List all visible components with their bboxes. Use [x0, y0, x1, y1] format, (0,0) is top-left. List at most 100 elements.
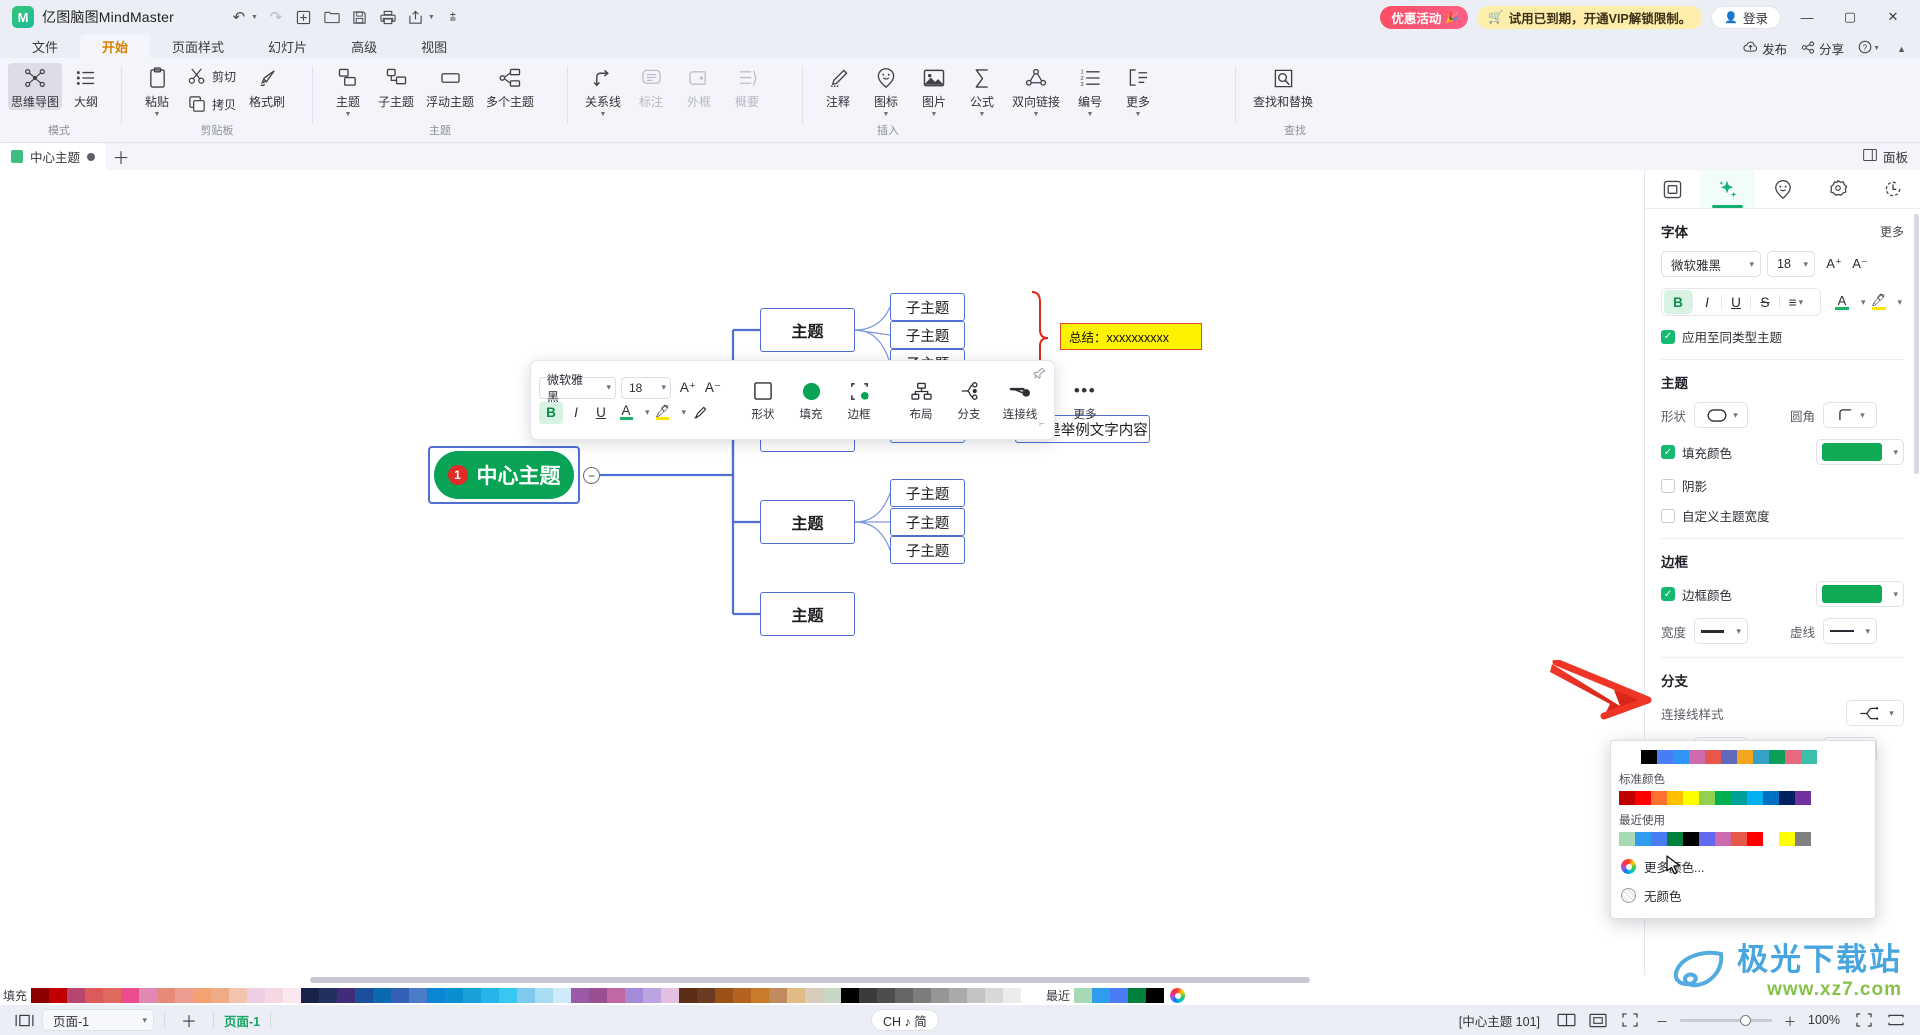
panel-font-color-button[interactable]: A — [1829, 290, 1855, 314]
recent-color-swatch[interactable] — [1715, 832, 1731, 846]
undo-button[interactable]: ↶ — [226, 5, 252, 29]
fill-color-select[interactable]: ▾ — [1816, 439, 1904, 465]
tab-page-style[interactable]: 页面样式 — [150, 34, 246, 58]
recent-color-swatch[interactable] — [1635, 832, 1651, 846]
unsaved-indicator-icon[interactable] — [87, 152, 96, 161]
open-button[interactable] — [319, 5, 345, 29]
close-button[interactable]: ✕ — [1876, 2, 1910, 32]
border-width-select[interactable]: ▾ — [1694, 618, 1749, 644]
panel-font-color-caret-icon[interactable]: ▾ — [1861, 297, 1866, 308]
tab-style[interactable] — [1645, 170, 1700, 208]
fill-color-checkbox[interactable]: ✓ — [1661, 445, 1675, 459]
clear-format-button[interactable] — [687, 402, 711, 424]
palette-swatch[interactable] — [301, 988, 320, 1003]
icon-dropdown-icon[interactable]: ▼ — [883, 111, 890, 118]
palette-swatch[interactable] — [319, 988, 338, 1003]
custom-width-checkbox[interactable] — [1661, 508, 1675, 523]
font-size-select[interactable]: 18 ▾ — [621, 376, 671, 399]
theme-color-swatch[interactable] — [1673, 750, 1689, 764]
font-color-caret-icon[interactable]: ▾ — [645, 407, 650, 418]
relation-dropdown-icon[interactable]: ▼ — [600, 111, 607, 118]
promo-button[interactable]: 优惠活动 🎉 — [1380, 5, 1469, 29]
numbering-dropdown-icon[interactable]: ▼ — [1087, 111, 1094, 118]
document-tab[interactable]: 中心主题 — [0, 143, 107, 170]
border-dash-select[interactable]: ▾ — [1823, 618, 1878, 644]
panel-decrease-font-button[interactable]: A⁻ — [1847, 252, 1873, 276]
palette-swatch[interactable] — [535, 988, 554, 1003]
standard-color-swatch[interactable] — [1635, 791, 1651, 805]
summary-node[interactable]: 总结：xxxxxxxxxx — [1060, 323, 1202, 350]
floating-topic-button[interactable]: 浮动主题 — [420, 63, 480, 110]
mindmap-canvas[interactable]: 1 中心主题 − 主题 主题 主题 主题 子主题 子主题 子主题 子主题 子主题… — [0, 170, 1644, 975]
palette-swatch[interactable] — [787, 988, 806, 1003]
theme-color-swatch[interactable] — [1753, 750, 1769, 764]
format-painter-button[interactable]: 格式刷 — [243, 63, 291, 110]
mindmap-mode-button[interactable]: 思维导图 — [8, 63, 62, 110]
recent-palette-swatch[interactable] — [1146, 988, 1165, 1003]
fit-view-button[interactable] — [1584, 1009, 1612, 1031]
center-collapse-button[interactable]: − — [583, 467, 600, 484]
tab-ai[interactable] — [1700, 170, 1755, 208]
zoom-in-button[interactable]: ＋ — [1776, 1009, 1804, 1031]
palette-swatch[interactable] — [841, 988, 860, 1003]
find-replace-button[interactable]: 查找和替换 — [1247, 63, 1319, 110]
shape-select[interactable]: ▾ — [1694, 402, 1749, 428]
theme-color-swatch[interactable] — [1721, 750, 1737, 764]
copy-button[interactable]: 拷贝 — [181, 91, 243, 117]
shadow-checkbox[interactable] — [1661, 478, 1675, 493]
cut-button[interactable]: 剪切 — [181, 63, 243, 89]
standard-color-swatch[interactable] — [1779, 791, 1795, 805]
palette-swatch[interactable] — [139, 988, 158, 1003]
palette-swatch[interactable] — [355, 988, 374, 1003]
font-color-button[interactable]: A — [614, 402, 638, 424]
palette-more-colors-icon[interactable] — [1170, 988, 1186, 1003]
shape-button[interactable]: 形状 — [739, 376, 787, 424]
recent-color-swatch[interactable] — [1779, 832, 1795, 846]
share-button[interactable]: 分享 — [1801, 39, 1844, 58]
topic-dropdown-icon[interactable]: ▼ — [345, 111, 352, 118]
panel-italic-button[interactable]: I — [1693, 290, 1721, 314]
tab-file[interactable]: 文件 — [10, 34, 80, 58]
palette-swatch[interactable] — [175, 988, 194, 1003]
font-family-select[interactable]: 微软雅黑 ▾ — [539, 373, 616, 404]
palette-swatch[interactable] — [733, 988, 752, 1003]
tab-history[interactable] — [1865, 170, 1920, 208]
palette-swatch[interactable] — [589, 988, 608, 1003]
zoom-out-button[interactable]: － — [1648, 1009, 1676, 1031]
export-caret-icon[interactable]: ▼ — [428, 14, 435, 21]
palette-swatch[interactable] — [877, 988, 896, 1003]
icon-button[interactable]: 图标 ▼ — [862, 63, 910, 118]
palette-swatch[interactable] — [427, 988, 446, 1003]
main-topic-3[interactable]: 主题 — [760, 500, 855, 544]
relation-line-button[interactable]: 关系线 ▼ — [579, 63, 627, 118]
theme-color-swatch[interactable] — [1705, 750, 1721, 764]
summary-button[interactable]: 概要 — [723, 63, 771, 110]
floatbar-pin-button[interactable] — [1033, 367, 1046, 383]
maximize-button[interactable]: ▢ — [1833, 2, 1867, 32]
recent-color-swatch[interactable] — [1731, 832, 1747, 846]
subtopic-button[interactable]: 子主题 — [372, 63, 420, 110]
palette-swatch[interactable] — [409, 988, 428, 1003]
right-panel-scrollbar[interactable] — [1914, 214, 1919, 474]
palette-swatch[interactable] — [463, 988, 482, 1003]
underline-button[interactable]: U — [589, 402, 613, 424]
tab-icon[interactable] — [1755, 170, 1810, 208]
two-page-view-button[interactable] — [1552, 1009, 1580, 1031]
palette-swatch[interactable] — [247, 988, 266, 1003]
minimize-button[interactable]: — — [1790, 2, 1824, 32]
callout-button[interactable]: 标注 — [627, 63, 675, 110]
panel-font-size-select[interactable]: 18 ▾ — [1767, 251, 1815, 277]
highlight-caret-icon[interactable]: ▾ — [682, 407, 687, 418]
palette-swatch[interactable] — [337, 988, 356, 1003]
palette-swatch[interactable] — [229, 988, 248, 1003]
theme-color-swatch[interactable] — [1769, 750, 1785, 764]
palette-swatch[interactable] — [481, 988, 500, 1003]
font-more-link[interactable]: 更多 — [1880, 223, 1904, 240]
standard-color-swatch[interactable] — [1763, 791, 1779, 805]
vip-upgrade-button[interactable]: 🛒 试用已到期，开通VIP解锁限制。 — [1477, 5, 1703, 29]
panel-highlight-caret-icon[interactable]: ▾ — [1898, 297, 1903, 308]
palette-swatch[interactable] — [85, 988, 104, 1003]
palette-swatch[interactable] — [373, 988, 392, 1003]
custom-width-row[interactable]: 自定义主题宽度 — [1661, 506, 1904, 525]
standard-color-swatch[interactable] — [1731, 791, 1747, 805]
